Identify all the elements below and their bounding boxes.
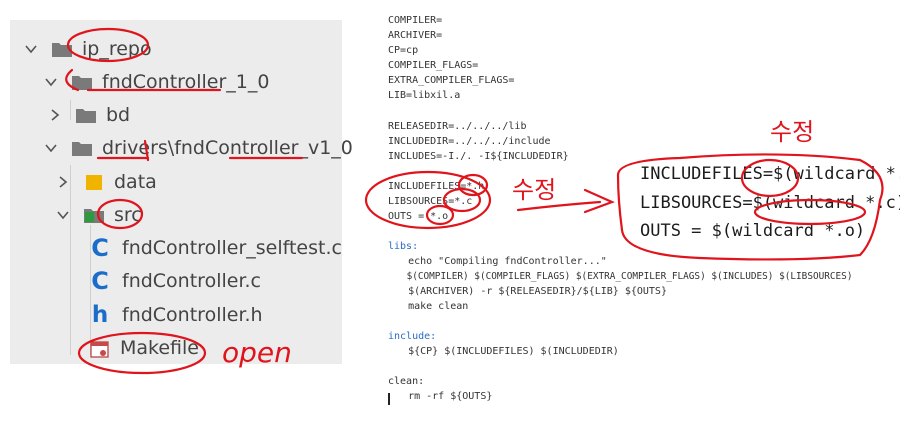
tree-item-fndcontroller-1-0[interactable]: fndController_1_0 (44, 68, 269, 96)
tree-item-label: bd (106, 104, 131, 126)
file-tree-panel: ip_repo fndController_1_0 bd drivers\fnd… (10, 20, 353, 364)
tree-item-label: fndController_1_0 (102, 71, 270, 93)
tree-item-label: ip_repo (82, 38, 152, 60)
code-line: RELEASEDIR=../../../lib (388, 121, 527, 132)
arrow-head (583, 188, 615, 214)
code-line: INCLUDEFILES=*.h (388, 181, 485, 192)
code-line: echo "Compiling fndController..." (384, 256, 607, 267)
chevron-right-icon[interactable] (56, 175, 70, 189)
tree-item-label: fndController.c (122, 270, 261, 292)
code-line: ARCHIVER= (388, 30, 443, 41)
code-line: INCLUDEDIR=../../../include (388, 136, 551, 147)
folder-icon (72, 141, 92, 156)
code-target-clean: clean: (388, 376, 425, 387)
source-folder-icon (84, 208, 104, 223)
code-line: ${CP} $(INCLUDEFILES) $(INCLUDEDIR) (384, 346, 619, 357)
code-line: make clean (384, 301, 469, 312)
tree-item-label: fndController_selftest.c (122, 237, 342, 259)
tree-item-label: data (114, 171, 157, 193)
code-line: INCLUDES=-I./. -I${INCLUDEDIR} (388, 151, 569, 162)
code-line: EXTRA_COMPILER_FLAGS= (388, 75, 515, 86)
folder-icon (52, 42, 72, 57)
folder-icon (84, 174, 104, 190)
code-target-libs: libs: (388, 241, 419, 252)
zoom-line: INCLUDEFILES=$(wildcard *.h) (640, 164, 900, 184)
annotation-open: open (222, 336, 292, 369)
makefile-icon (90, 340, 110, 358)
chevron-right-icon[interactable] (48, 108, 62, 122)
code-target-include: include: (388, 331, 437, 342)
c-file-icon: C (91, 267, 109, 295)
code-line: $(ARCHIVER) -r ${RELEASEDIR}/${LIB} ${OU… (384, 286, 667, 297)
code-line: COMPILER_FLAGS= (388, 60, 479, 71)
tree-item-label: drivers\fndController_v1_0 (102, 137, 353, 159)
tree-item-data[interactable]: data (56, 168, 157, 196)
chevron-down-icon[interactable] (44, 141, 58, 155)
code-line: COMPILER= (388, 15, 443, 26)
text-cursor (388, 393, 390, 405)
folder-icon (76, 108, 96, 123)
zoom-line: LIBSOURCES=$(wildcard *.c) (640, 193, 900, 213)
h-file-icon: h (91, 301, 109, 328)
tree-item-makefile[interactable]: Makefile (90, 334, 199, 362)
tree-item-src[interactable]: src (56, 201, 142, 229)
chevron-down-icon[interactable] (56, 208, 70, 222)
tree-item-fndcontroller-h[interactable]: h fndController.h (90, 301, 263, 329)
annotation-edit: 수정 (770, 118, 815, 146)
code-line: CP=cp (388, 45, 419, 56)
tree-item-fndcontroller-c[interactable]: C fndController.c (90, 267, 261, 295)
tree-item-drivers[interactable]: drivers\fndController_v1_0 (44, 134, 353, 162)
tree-item-selftest-c[interactable]: C fndController_selftest.c (90, 234, 342, 262)
tree-item-ip-repo[interactable]: ip_repo (24, 35, 152, 63)
zoom-line: OUTS = $(wildcard *.o) (640, 221, 866, 241)
folder-icon (72, 75, 92, 90)
c-file-icon: C (91, 234, 109, 262)
tree-item-label: src (114, 204, 142, 226)
code-line: LIB=libxil.a (388, 90, 461, 101)
tree-item-label: Makefile (120, 337, 199, 359)
chevron-down-icon[interactable] (44, 75, 58, 89)
code-line: LIBSOURCES=*.c (388, 196, 473, 207)
tree-item-label: fndController.h (122, 304, 263, 326)
code-line: $(COMPILER) $(COMPILER_FLAGS) $(EXTRA_CO… (384, 271, 853, 282)
chevron-down-icon[interactable] (24, 42, 38, 56)
code-line: OUTS = *.o (388, 211, 449, 222)
tree-item-bd[interactable]: bd (48, 101, 130, 129)
code-line: rm -rf ${OUTS} (384, 391, 493, 402)
annotation-edit: 수정 (512, 176, 557, 204)
